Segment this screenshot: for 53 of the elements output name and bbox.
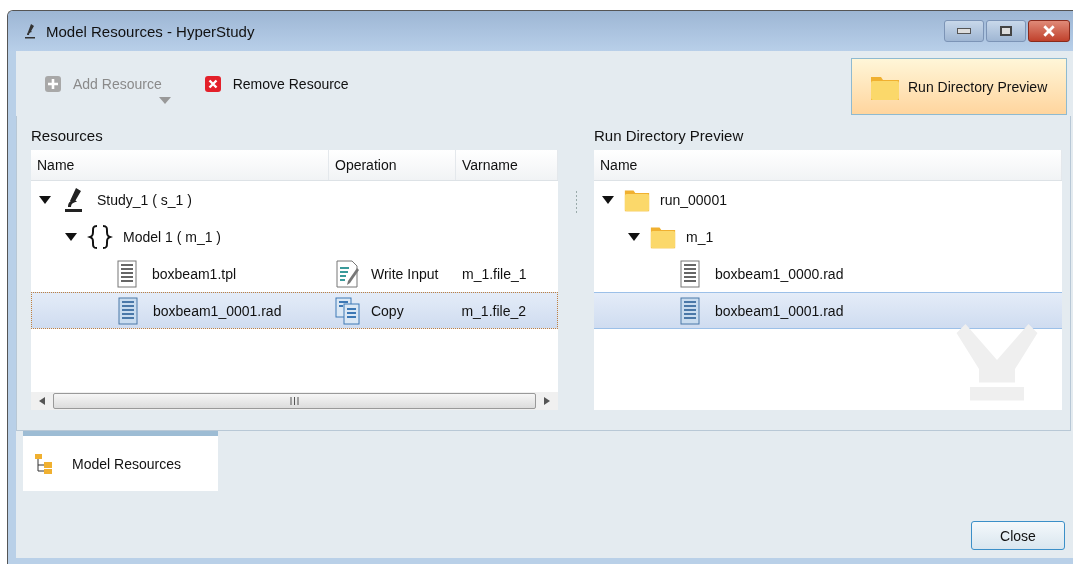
expand-arrow-icon[interactable]	[65, 232, 77, 241]
document-icon	[117, 259, 137, 288]
document-icon	[118, 296, 138, 325]
tree-row[interactable]: boxbeam1_0000.rad	[594, 255, 1062, 292]
expand-arrow-icon[interactable]	[602, 195, 614, 204]
file-name: boxbeam1_0000.rad	[715, 265, 844, 282]
operation-text: Write Input	[371, 265, 439, 282]
column-header[interactable]: Name	[31, 150, 329, 180]
model-resources-tab[interactable]: Model Resources	[23, 431, 218, 491]
tree-row[interactable]: Model 1 ( m_1 )	[31, 218, 558, 255]
tree-row[interactable]: run_00001	[594, 181, 1062, 218]
tree-row[interactable]: Study_1 ( s_1 )	[31, 181, 558, 218]
maximize-button[interactable]	[986, 20, 1026, 42]
file-name: run_00001	[660, 191, 727, 208]
tree-row[interactable]: boxbeam1_0001.rad	[594, 292, 1062, 329]
document-icon	[680, 259, 700, 288]
close-icon[interactable]	[1028, 20, 1070, 42]
tree-row[interactable]: m_1	[594, 218, 1062, 255]
write-input-icon	[335, 259, 361, 288]
tree-row[interactable]: boxbeam1_0001.rad Copy m_1.file_2	[31, 292, 558, 329]
braces-icon	[87, 223, 113, 250]
splitter-handle-icon[interactable]	[574, 191, 578, 215]
horizontal-scrollbar[interactable]	[31, 392, 558, 410]
plus-icon	[44, 75, 62, 93]
varname-text: m_1.file_2	[461, 302, 526, 319]
remove-icon	[203, 75, 222, 93]
document-icon	[680, 296, 700, 325]
file-name: boxbeam1_0001.rad	[715, 302, 844, 319]
panel-title: Resources	[31, 126, 104, 146]
operation-text: Copy	[370, 302, 404, 319]
tree-structure-icon	[34, 452, 54, 475]
window-title: Model Resources - HyperStudy	[46, 22, 255, 40]
run-directory-preview-button[interactable]: Run Directory Preview	[851, 58, 1067, 115]
scrollbar-thumb[interactable]	[53, 393, 536, 409]
column-header[interactable]: Varname	[456, 150, 558, 180]
scroll-left-icon[interactable]	[39, 397, 45, 405]
panel-title: Run Directory Preview	[594, 126, 745, 146]
resource-name: Study_1 ( s_1 )	[97, 191, 192, 208]
remove-resource-button[interactable]: Remove Resource	[203, 74, 349, 94]
column-header[interactable]: Operation	[329, 150, 456, 180]
minimize-button[interactable]	[944, 20, 984, 42]
close-button[interactable]: Close	[971, 521, 1065, 550]
expand-arrow-icon[interactable]	[628, 232, 640, 241]
resource-name: boxbeam1.tpl	[152, 265, 237, 282]
resource-name: boxbeam1_0001.rad	[153, 302, 282, 319]
expand-arrow-icon[interactable]	[39, 195, 51, 204]
file-name: m_1	[686, 228, 714, 245]
copy-icon	[334, 296, 361, 325]
tree-row[interactable]: boxbeam1.tpl Write Input m_1.file_1	[31, 255, 558, 292]
column-header[interactable]: Name	[594, 150, 1062, 180]
varname-text: m_1.file_1	[462, 265, 527, 282]
scroll-right-icon[interactable]	[544, 397, 550, 405]
resource-name: Model 1 ( m_1 )	[123, 228, 222, 245]
